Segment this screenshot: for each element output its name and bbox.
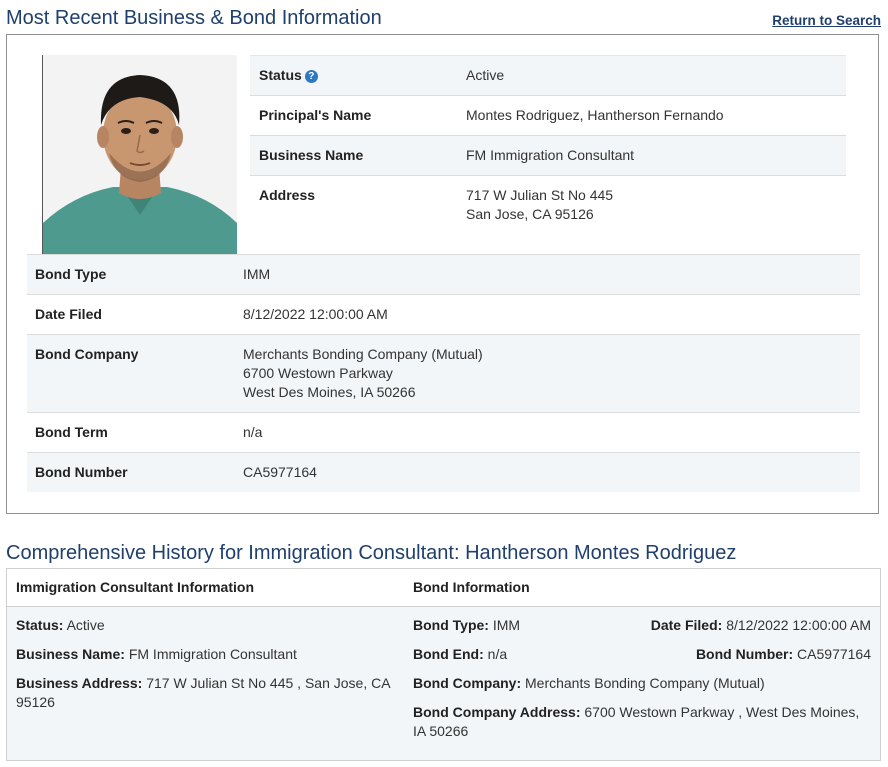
date-filed-value: 8/12/2022 12:00:00 AM	[243, 306, 388, 322]
history-bond-company-label: Bond Company:	[413, 675, 522, 691]
business-bond-card: Status? Active Principal's Name Montes R…	[6, 34, 879, 514]
address-row: Address 717 W Julian St No 445 San Jose,…	[250, 175, 846, 235]
history-bond-company-address: Bond Company Address: 6700 Westown Parkw…	[413, 703, 871, 741]
history-bond-end-label: Bond End:	[413, 646, 484, 662]
history-status-value: Active	[63, 617, 105, 633]
principal-photo	[42, 55, 237, 255]
date-filed-row: Date Filed 8/12/2022 12:00:00 AM	[27, 294, 860, 335]
bond-term-value: n/a	[243, 424, 263, 440]
bond-company-value: Merchants Bonding Company (Mutual) 6700 …	[235, 335, 860, 413]
history-date-filed-value: 8/12/2022 12:00:00 AM	[722, 617, 871, 633]
history-date-filed: Date Filed: 8/12/2022 12:00:00 AM	[651, 616, 871, 635]
history-bond-type-value: IMM	[488, 617, 521, 633]
history-business-value: FM Immigration Consultant	[124, 646, 297, 662]
history-address-label: Business Address:	[16, 675, 143, 691]
address-label: Address	[259, 187, 316, 203]
history-bond-type-row: Bond Type: IMM Date Filed: 8/12/2022 12:…	[413, 616, 871, 635]
bond-type-value: IMM	[243, 266, 271, 282]
principal-info-table: Status? Active Principal's Name Montes R…	[250, 55, 846, 234]
address-line2: San Jose, CA 95126	[466, 206, 594, 222]
business-name-value: FM Immigration Consultant	[466, 147, 635, 163]
history-bond-number-label: Bond Number:	[695, 646, 794, 662]
bond-company-line1: Merchants Bonding Company (Mutual)	[243, 346, 483, 362]
principal-name-row: Principal's Name Montes Rodriguez, Hanth…	[250, 95, 846, 136]
history-bond-type: Bond Type: IMM	[413, 616, 520, 635]
business-name-label: Business Name	[259, 147, 364, 163]
bond-company-line2: 6700 Westown Parkway	[243, 365, 393, 381]
bond-info-body: Bond Type: IMM Date Filed: 8/12/2022 12:…	[404, 607, 880, 760]
bond-info-header: Bond Information	[404, 569, 880, 607]
consultant-info-body: Status: Active Business Name: FM Immigra…	[7, 607, 404, 760]
history-bond-company-value: Merchants Bonding Company (Mutual)	[521, 675, 765, 691]
principal-photo-image	[43, 55, 237, 255]
history-business-address: Business Address: 717 W Julian St No 445…	[16, 674, 395, 712]
consultant-info-header: Immigration Consultant Information	[7, 569, 404, 607]
history-business-name: Business Name: FM Immigration Consultant	[16, 645, 395, 664]
address-line1: 717 W Julian St No 445	[466, 187, 614, 203]
bond-company-row: Bond Company Merchants Bonding Company (…	[27, 334, 860, 413]
consultant-info-column: Immigration Consultant Information Statu…	[7, 569, 405, 760]
bond-info-column: Bond Information Bond Type: IMM Date Fil…	[404, 569, 880, 760]
history-bond-number-value: CA5977164	[793, 646, 871, 662]
return-to-search-link[interactable]: Return to Search	[772, 13, 881, 28]
history-status: Status: Active	[16, 616, 395, 635]
page-title: Most Recent Business & Bond Information	[6, 7, 382, 29]
history-bond-company: Bond Company: Merchants Bonding Company …	[413, 674, 871, 693]
question-circle-icon[interactable]: ?	[304, 70, 318, 83]
status-label: Status	[259, 67, 302, 83]
status-row: Status? Active	[250, 55, 846, 96]
bond-company-label: Bond Company	[35, 346, 139, 362]
bond-type-label: Bond Type	[35, 266, 107, 282]
history-bond-number: Bond Number: CA5977164	[696, 645, 871, 664]
history-status-label: Status:	[16, 617, 64, 633]
bond-number-label: Bond Number	[35, 464, 128, 480]
status-value: Active	[466, 67, 505, 83]
history-bond-end-row: Bond End: n/a Bond Number: CA5977164	[413, 645, 871, 664]
history-bond-end: Bond End: n/a	[413, 645, 507, 664]
bond-company-line3: West Des Moines, IA 50266	[243, 384, 416, 400]
bond-number-row: Bond Number CA5977164	[27, 452, 860, 492]
history-bond-end-value: n/a	[483, 646, 508, 662]
history-business-label: Business Name:	[16, 646, 125, 662]
principal-name-value: Montes Rodriguez, Hantherson Fernando	[466, 107, 724, 123]
history-bond-company-address-label: Bond Company Address:	[413, 704, 581, 720]
history-date-filed-label: Date Filed:	[650, 617, 723, 633]
address-value: 717 W Julian St No 445 San Jose, CA 9512…	[448, 176, 846, 235]
history-panel: Immigration Consultant Information Statu…	[6, 568, 881, 761]
history-title: Comprehensive History for Immigration Co…	[6, 542, 737, 564]
history-bond-type-label: Bond Type:	[413, 617, 489, 633]
date-filed-label: Date Filed	[35, 306, 102, 322]
business-name-row: Business Name FM Immigration Consultant	[250, 135, 846, 176]
bond-term-row: Bond Term n/a	[27, 412, 860, 453]
bond-info-table: Bond Type IMM Date Filed 8/12/2022 12:00…	[27, 254, 860, 492]
principal-name-label: Principal's Name	[259, 107, 372, 123]
bond-type-row: Bond Type IMM	[27, 254, 860, 295]
bond-term-label: Bond Term	[35, 424, 108, 440]
bond-number-value: CA5977164	[243, 464, 317, 480]
